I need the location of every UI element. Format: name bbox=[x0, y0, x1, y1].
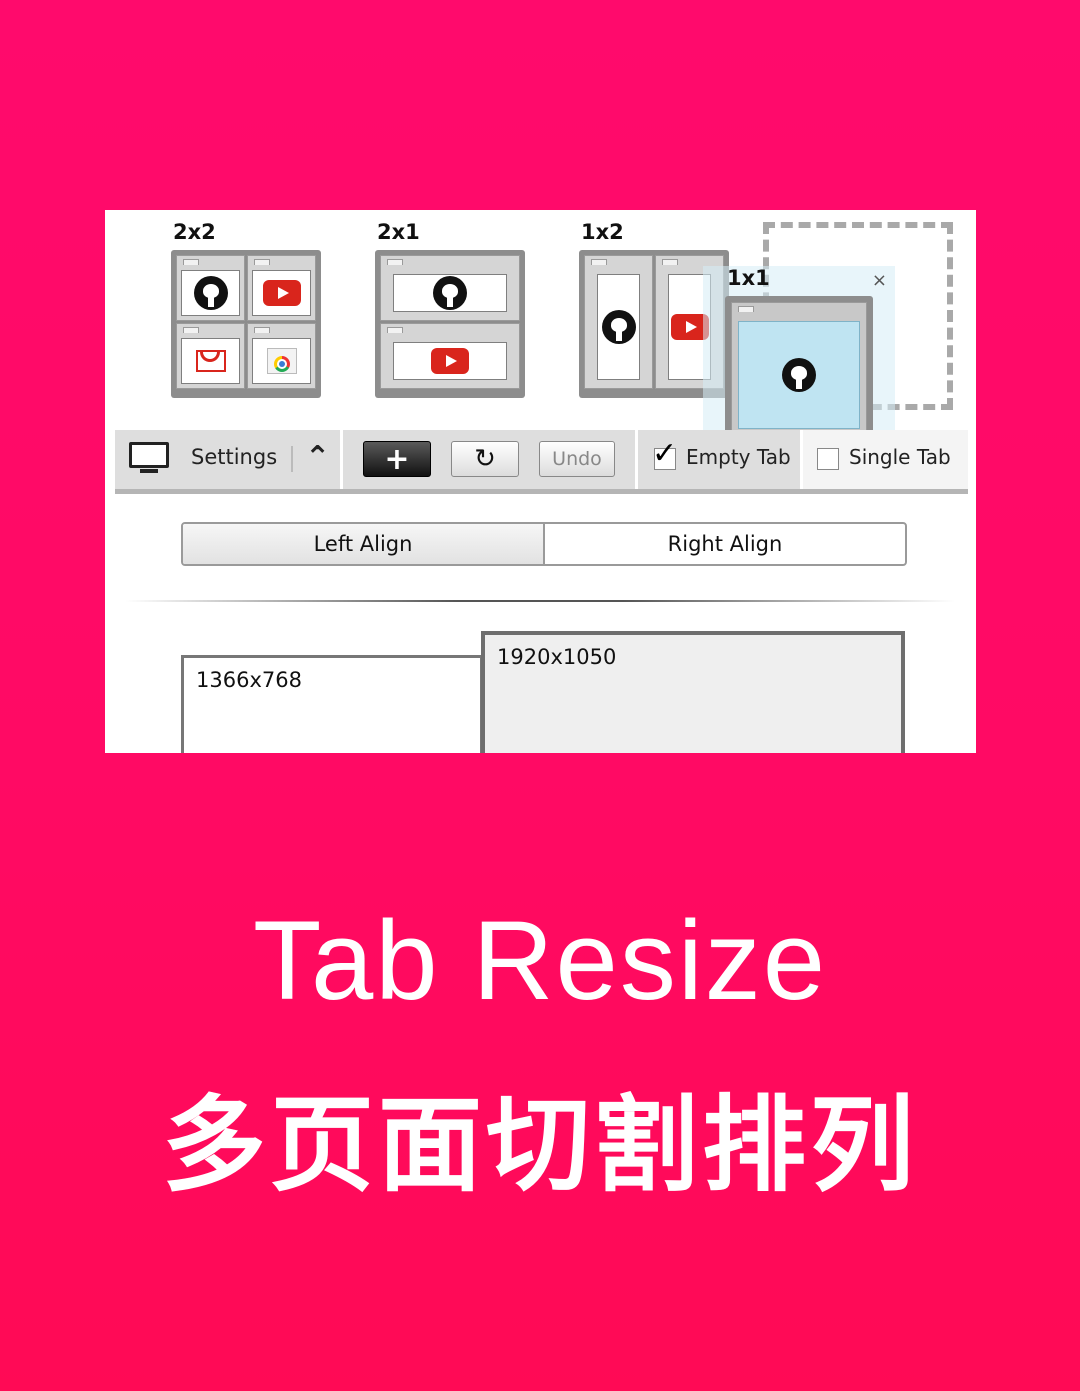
tab-cell bbox=[247, 323, 316, 389]
tab-cell bbox=[176, 255, 245, 321]
resolution-label: 1366x768 bbox=[196, 668, 302, 692]
layout-preview bbox=[375, 250, 525, 398]
tab-cell bbox=[176, 323, 245, 389]
gmail-icon bbox=[195, 350, 226, 372]
chevron-up-icon[interactable]: ⌃ bbox=[305, 440, 330, 475]
checkmark-icon: ✓ bbox=[652, 436, 678, 471]
tab-cell bbox=[731, 302, 867, 436]
toolbar: Settings ⌃ + ↻ Undo ✓ Empty Tab Single T… bbox=[115, 430, 968, 494]
single-tab-label: Single Tab bbox=[849, 445, 951, 469]
layout-label: 1x2 bbox=[581, 220, 624, 244]
layout-label: 2x2 bbox=[173, 220, 216, 244]
settings-section[interactable]: Settings ⌃ bbox=[115, 430, 343, 489]
layout-preview bbox=[171, 250, 321, 398]
resolution-preset-1366[interactable]: 1366x768 bbox=[181, 655, 483, 753]
tab-cell bbox=[247, 255, 316, 321]
single-tab-checkbox[interactable] bbox=[817, 448, 839, 470]
settings-label: Settings bbox=[191, 445, 278, 469]
actions-section: + ↻ Undo bbox=[343, 430, 638, 489]
layout-label: 2x1 bbox=[377, 220, 420, 244]
chrome-store-icon bbox=[266, 348, 297, 374]
layout-preview bbox=[725, 296, 873, 442]
youtube-icon bbox=[431, 348, 469, 374]
github-icon bbox=[433, 276, 467, 310]
alignment-toggle: Left Align Right Align bbox=[181, 522, 907, 566]
extension-panel: 2x2 2x1 1x2 1x1 × Settings ⌃ + ↻ Undo ✓ … bbox=[105, 210, 976, 753]
resolution-preset-1920[interactable]: 1920x1050 bbox=[481, 631, 905, 753]
refresh-icon[interactable]: ↻ bbox=[451, 441, 519, 477]
close-icon[interactable]: × bbox=[872, 270, 887, 291]
youtube-icon bbox=[262, 280, 301, 306]
github-icon bbox=[782, 358, 816, 392]
tab-cell bbox=[584, 255, 653, 389]
empty-tab-label: Empty Tab bbox=[686, 445, 791, 469]
right-align-button[interactable]: Right Align bbox=[545, 524, 905, 564]
monitor-icon bbox=[129, 442, 169, 473]
headline-chinese: 多页面切割排列 bbox=[161, 1084, 918, 1206]
single-tab-option[interactable]: Single Tab bbox=[803, 430, 968, 489]
layout-label: 1x1 bbox=[727, 266, 770, 290]
divider bbox=[125, 600, 955, 602]
headline-english: Tab Resize bbox=[252, 898, 828, 1023]
github-icon bbox=[193, 276, 228, 310]
resolution-label: 1920x1050 bbox=[497, 645, 617, 669]
github-icon bbox=[601, 310, 636, 344]
undo-button[interactable]: Undo bbox=[539, 441, 615, 477]
layout-2x2[interactable]: 2x2 bbox=[171, 220, 321, 410]
tab-cell bbox=[380, 255, 520, 321]
tab-cell bbox=[380, 323, 520, 389]
left-align-button[interactable]: Left Align bbox=[183, 524, 545, 564]
empty-tab-option[interactable]: ✓ Empty Tab bbox=[638, 430, 803, 489]
layout-2x1[interactable]: 2x1 bbox=[375, 220, 525, 410]
divider bbox=[291, 446, 293, 472]
add-layout-button[interactable]: + bbox=[363, 441, 431, 477]
layout-1x1-dragging[interactable]: 1x1 × bbox=[703, 266, 895, 452]
